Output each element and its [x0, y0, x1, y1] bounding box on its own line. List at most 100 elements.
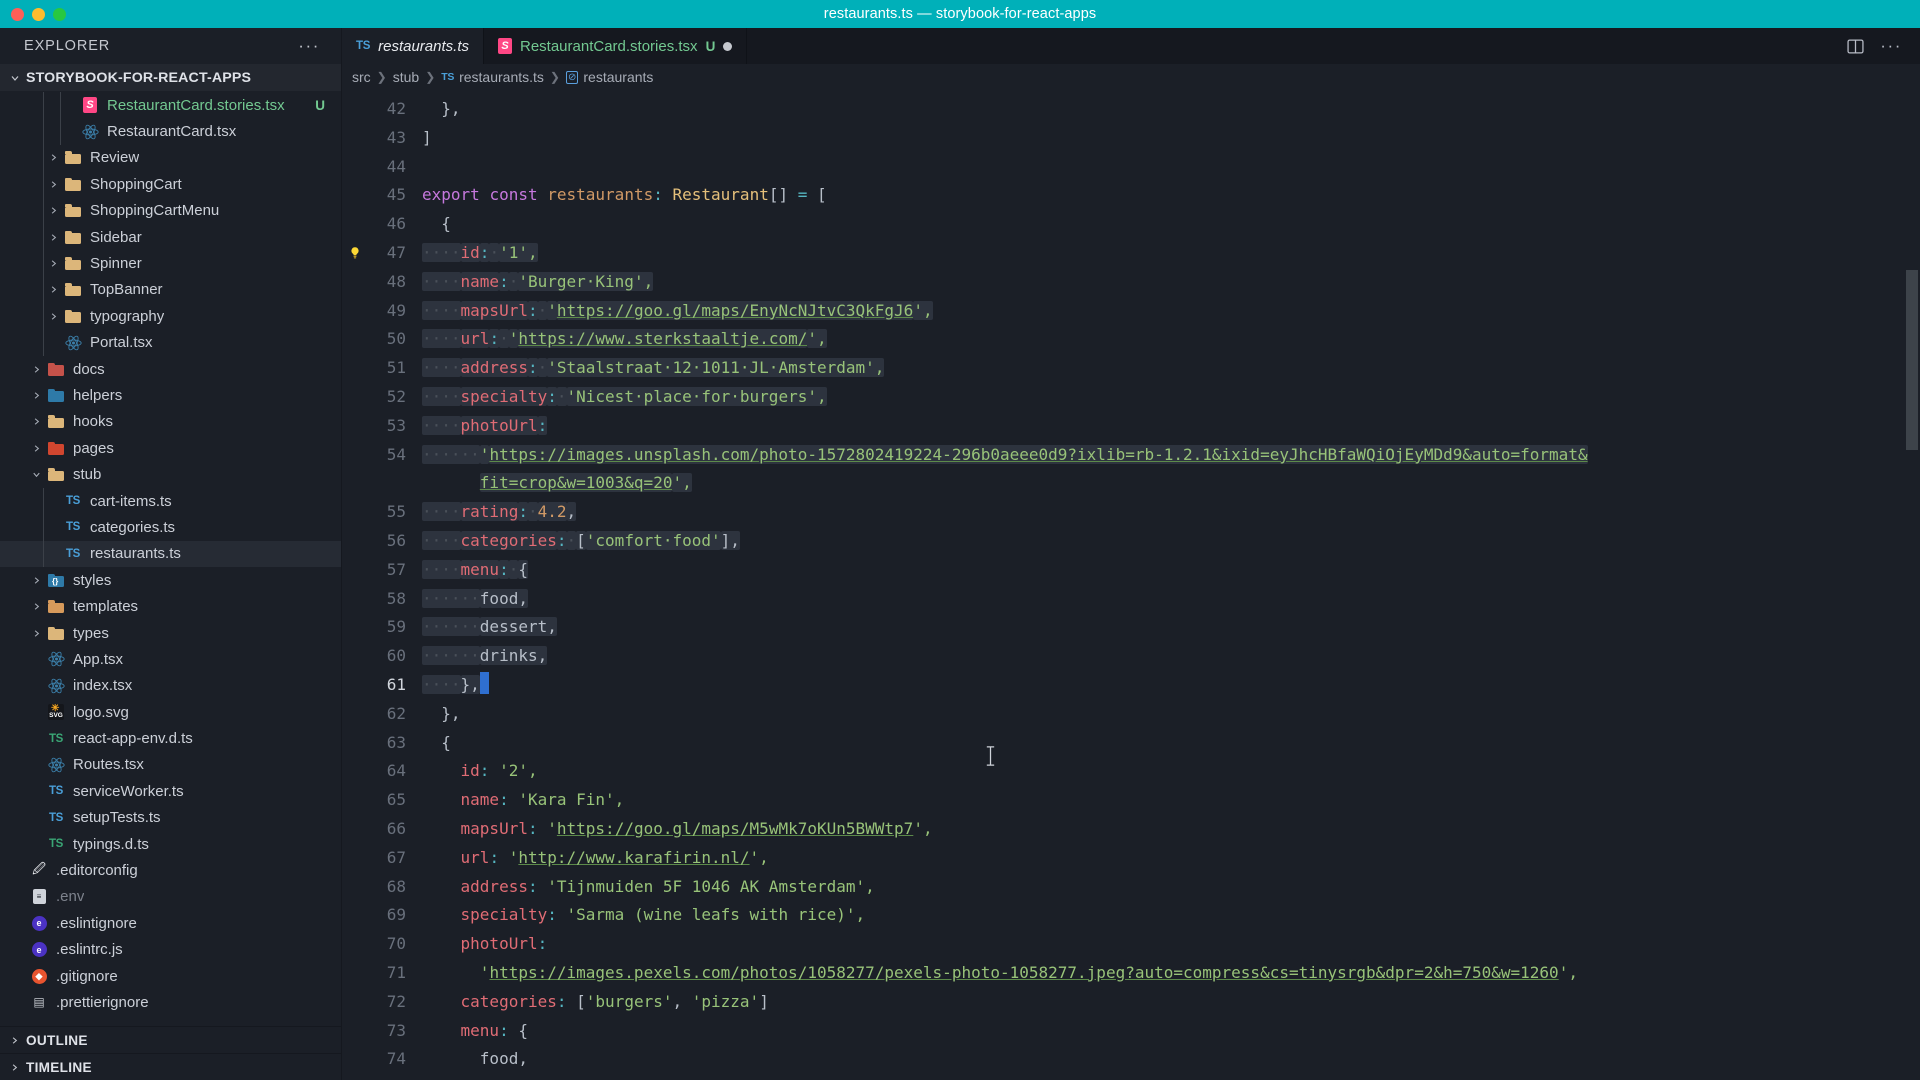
- close-window-button[interactable]: [11, 7, 24, 21]
- tree-item-editorconfig[interactable]: 🖉 .editorconfig: [0, 857, 341, 883]
- tree-item-topbanner[interactable]: TopBanner: [0, 276, 341, 304]
- tree-twisty[interactable]: [44, 205, 62, 216]
- tree-item-restaurantcard-stories-tsx[interactable]: S RestaurantCard.stories.tsx U: [0, 92, 341, 119]
- tree-twisty[interactable]: [44, 284, 62, 295]
- lightbulb-quickfix-icon[interactable]: [348, 246, 362, 260]
- tree-twisty[interactable]: [27, 443, 45, 454]
- tree-item-react-app-env-d-ts[interactable]: TS react-app-env.d.ts: [0, 725, 341, 751]
- breadcrumb-item-stub[interactable]: stub: [393, 69, 419, 85]
- tree-item-docs[interactable]: docs: [0, 356, 341, 382]
- tree-twisty[interactable]: [27, 575, 45, 586]
- code-line[interactable]: ]: [420, 124, 1920, 153]
- tree-item-serviceworker-ts[interactable]: TS serviceWorker.ts: [0, 778, 341, 804]
- tree-item-review[interactable]: Review: [0, 144, 341, 172]
- code-line[interactable]: specialty: 'Sarma (wine leafs with rice)…: [420, 901, 1920, 930]
- project-root-row[interactable]: STORYBOOK-FOR-REACT-APPS: [0, 64, 341, 91]
- code-content[interactable]: },] export const restaurants: Restaurant[…: [420, 90, 1920, 1080]
- split-editor-icon[interactable]: [1847, 38, 1864, 55]
- editor-vertical-scrollbar[interactable]: [1906, 270, 1918, 450]
- tree-item-eslintignore[interactable]: e .eslintignore: [0, 910, 341, 936]
- tree-item-prettierignore[interactable]: ▤ .prettierignore: [0, 989, 341, 1015]
- code-line[interactable]: ····specialty:·'Nicest·place·for·burgers…: [420, 383, 1920, 412]
- breadcrumb-item-restaurants-ts[interactable]: TS restaurants.ts: [441, 69, 544, 85]
- code-line[interactable]: ······'https://images.unsplash.com/photo…: [420, 441, 1920, 470]
- chevron-right-icon[interactable]: [48, 152, 59, 163]
- tree-item-cart-items-ts[interactable]: TS cart-items.ts: [0, 487, 341, 515]
- tree-twisty[interactable]: [44, 258, 62, 269]
- code-line[interactable]: categories: ['burgers', 'pizza']: [420, 988, 1920, 1017]
- tree-twisty[interactable]: [44, 179, 62, 190]
- tree-item-env[interactable]: ≡ .env: [0, 884, 341, 910]
- code-line[interactable]: ····photoUrl:: [420, 412, 1920, 441]
- code-line[interactable]: mapsUrl: 'https://goo.gl/maps/M5wMk7oKUn…: [420, 815, 1920, 844]
- chevron-right-icon[interactable]: [31, 416, 42, 427]
- more-actions-icon[interactable]: ···: [1880, 37, 1902, 54]
- code-line[interactable]: photoUrl:: [420, 930, 1920, 959]
- code-line[interactable]: ····rating:·4.2,: [420, 498, 1920, 527]
- code-line[interactable]: food,: [420, 1045, 1920, 1074]
- code-line[interactable]: ······dessert,: [420, 613, 1920, 642]
- code-line[interactable]: ····url:·'https://www.sterkstaaltje.com/…: [420, 325, 1920, 354]
- chevron-right-icon[interactable]: [31, 575, 42, 586]
- explorer-more-actions-icon[interactable]: ···: [295, 37, 323, 55]
- code-line[interactable]: ····name:·'Burger·King',: [420, 268, 1920, 297]
- chevron-right-icon[interactable]: [31, 628, 42, 639]
- breadcrumb-item-symbol-restaurants[interactable]: ⊘ restaurants: [565, 69, 653, 85]
- code-line[interactable]: ····mapsUrl:·'https://goo.gl/maps/EnyNcN…: [420, 297, 1920, 326]
- chevron-right-icon[interactable]: [48, 284, 59, 295]
- code-line[interactable]: id: '2',: [420, 757, 1920, 786]
- minimize-window-button[interactable]: [32, 7, 45, 21]
- tree-item-index-tsx[interactable]: index.tsx: [0, 673, 341, 699]
- tree-item-portal-tsx[interactable]: Portal.tsx: [0, 329, 341, 356]
- code-line[interactable]: },: [420, 700, 1920, 729]
- tree-item-restaurants-ts[interactable]: TS restaurants.ts: [0, 540, 341, 568]
- tree-item-shoppingcartmenu[interactable]: ShoppingCartMenu: [0, 197, 341, 224]
- maximize-window-button[interactable]: [53, 7, 66, 21]
- tree-twisty[interactable]: [44, 232, 62, 243]
- chevron-down-icon[interactable]: [31, 469, 42, 480]
- code-line[interactable]: ······food,: [420, 585, 1920, 614]
- code-line[interactable]: name: 'Kara Fin',: [420, 786, 1920, 815]
- tree-twisty[interactable]: [44, 311, 62, 322]
- chevron-right-icon[interactable]: [31, 390, 42, 401]
- tab-dirty-indicator[interactable]: [723, 41, 733, 51]
- code-line[interactable]: ····categories:·['comfort·food'],: [420, 527, 1920, 556]
- chevron-right-icon[interactable]: [48, 205, 59, 216]
- tree-item-setuptests-ts[interactable]: TS setupTests.ts: [0, 805, 341, 831]
- code-line[interactable]: ····menu:·{: [420, 556, 1920, 585]
- tree-item-templates[interactable]: templates: [0, 593, 341, 619]
- tree-item-categories-ts[interactable]: TS categories.ts: [0, 514, 341, 541]
- tree-item-routes-tsx[interactable]: Routes.tsx: [0, 752, 341, 778]
- code-line[interactable]: {: [420, 210, 1920, 239]
- tree-item-types[interactable]: types: [0, 620, 341, 646]
- code-line[interactable]: address: 'Tijnmuiden 5F 1046 AK Amsterda…: [420, 873, 1920, 902]
- tree-item-styles[interactable]: {} styles: [0, 567, 341, 593]
- tree-twisty[interactable]: [27, 469, 45, 480]
- file-tree[interactable]: S RestaurantCard.stories.tsx U RestaurantCa…: [0, 91, 341, 1026]
- tree-twisty[interactable]: [27, 601, 45, 612]
- chevron-right-icon[interactable]: [31, 364, 42, 375]
- code-line[interactable]: },: [420, 95, 1920, 124]
- tab-restaurantcard-stories-tsx[interactable]: S RestaurantCard.stories.tsx U: [484, 28, 748, 64]
- chevron-right-icon[interactable]: [31, 443, 42, 454]
- tree-twisty[interactable]: [27, 628, 45, 639]
- tree-item-typography[interactable]: typography: [0, 303, 341, 330]
- code-line[interactable]: 'https://images.pexels.com/photos/105827…: [420, 959, 1920, 988]
- tab-restaurants-ts[interactable]: TS restaurants.ts: [342, 28, 484, 64]
- chevron-right-icon[interactable]: [48, 311, 59, 322]
- tree-item-gitignore[interactable]: ◆ .gitignore: [0, 963, 341, 989]
- chevron-right-icon[interactable]: [31, 601, 42, 612]
- tree-twisty[interactable]: [27, 390, 45, 401]
- code-line[interactable]: menu: {: [420, 1017, 1920, 1046]
- code-line-wrapped[interactable]: fit=crop&w=1003&q=20',: [420, 469, 1920, 498]
- tree-item-eslintrc-js[interactable]: e .eslintrc.js: [0, 937, 341, 963]
- code-line[interactable]: ····address:·'Staalstraat·12·1011·JL·Ams…: [420, 354, 1920, 383]
- tree-item-restaurantcard-tsx[interactable]: RestaurantCard.tsx: [0, 118, 341, 145]
- chevron-right-icon[interactable]: [48, 179, 59, 190]
- tree-twisty[interactable]: [44, 152, 62, 163]
- code-line[interactable]: ····},: [420, 671, 1920, 700]
- tree-item-stub[interactable]: stub: [0, 461, 341, 487]
- tree-item-typings-d-ts[interactable]: TS typings.d.ts: [0, 831, 341, 857]
- tree-item-sidebar[interactable]: Sidebar: [0, 223, 341, 251]
- tree-item-shoppingcart[interactable]: ShoppingCart: [0, 171, 341, 198]
